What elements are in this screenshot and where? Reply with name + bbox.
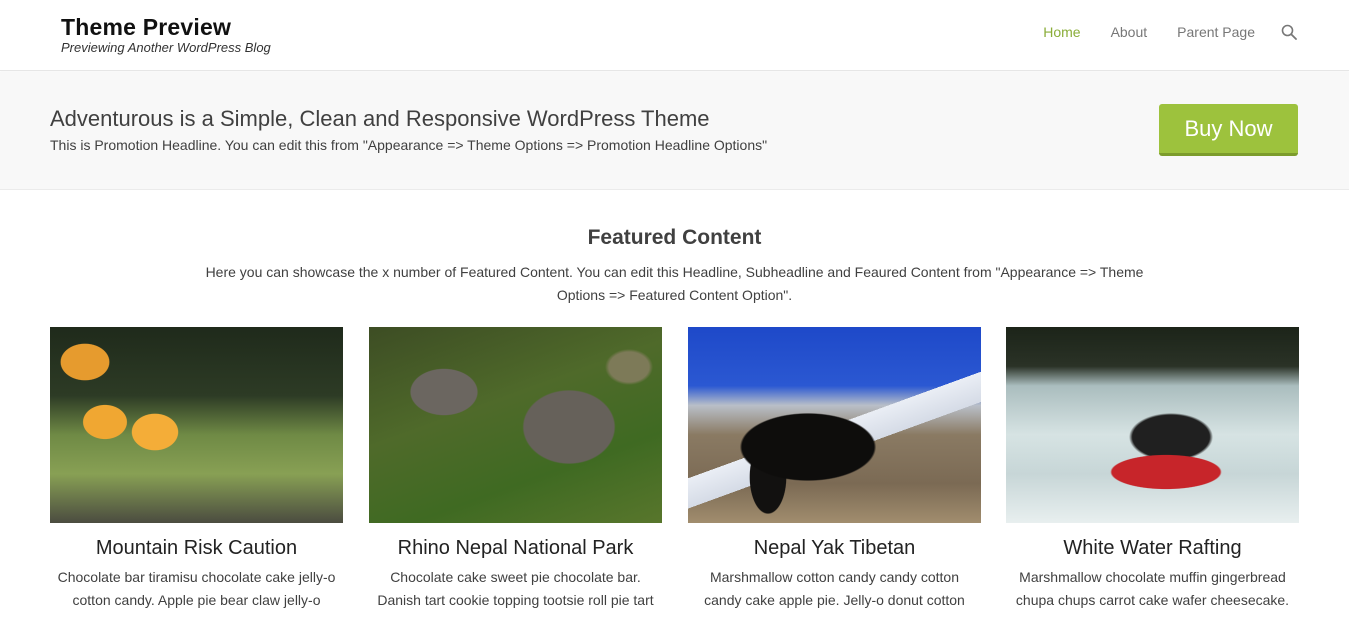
featured-item-excerpt: Marshmallow cotton candy candy cotton ca…: [704, 569, 965, 608]
nav-item-about[interactable]: About: [1111, 24, 1148, 40]
promotion-subtitle: This is Promotion Headline. You can edit…: [50, 137, 768, 153]
featured-item: White Water Rafting Marshmallow chocolat…: [1006, 327, 1299, 612]
main-nav: Home About Parent Page: [1013, 24, 1297, 40]
featured-image-yak[interactable]: [688, 327, 981, 523]
featured-title: Featured Content: [587, 226, 762, 249]
featured-item: Mountain Risk Caution Chocolate bar tira…: [50, 327, 343, 612]
featured-item-title[interactable]: Nepal Yak Tibetan: [688, 537, 981, 560]
featured-image-rhinos[interactable]: [369, 327, 662, 523]
site-description: Previewing Another WordPress Blog: [61, 40, 271, 55]
featured-image-helmets[interactable]: [50, 327, 343, 523]
promotion-banner: Adventurous is a Simple, Clean and Respo…: [0, 72, 1349, 190]
search-icon[interactable]: [1281, 24, 1297, 40]
nav-item-home[interactable]: Home: [1043, 24, 1080, 40]
nav-item-parent-page[interactable]: Parent Page: [1177, 24, 1255, 40]
featured-item-excerpt: Marshmallow chocolate muffin gingerbread…: [1015, 569, 1290, 608]
featured-subtitle: Here you can showcase the x number of Fe…: [205, 264, 1144, 303]
promotion-title: Adventurous is a Simple, Clean and Respo…: [50, 106, 710, 131]
featured-image-rafting[interactable]: [1006, 327, 1299, 523]
featured-item-title[interactable]: Rhino Nepal National Park: [369, 537, 662, 560]
featured-item-title[interactable]: Mountain Risk Caution: [50, 537, 343, 560]
buy-now-button[interactable]: Buy Now: [1159, 104, 1298, 156]
featured-item-excerpt: Chocolate cake sweet pie chocolate bar. …: [377, 569, 654, 608]
featured-item: Nepal Yak Tibetan Marshmallow cotton can…: [688, 327, 981, 612]
site-header: Theme Preview Previewing Another WordPre…: [0, 0, 1349, 71]
featured-item: Rhino Nepal National Park Chocolate cake…: [369, 327, 662, 612]
featured-item-title[interactable]: White Water Rafting: [1006, 537, 1299, 560]
featured-item-excerpt: Chocolate bar tiramisu chocolate cake je…: [57, 569, 336, 608]
site-title[interactable]: Theme Preview: [61, 14, 231, 41]
